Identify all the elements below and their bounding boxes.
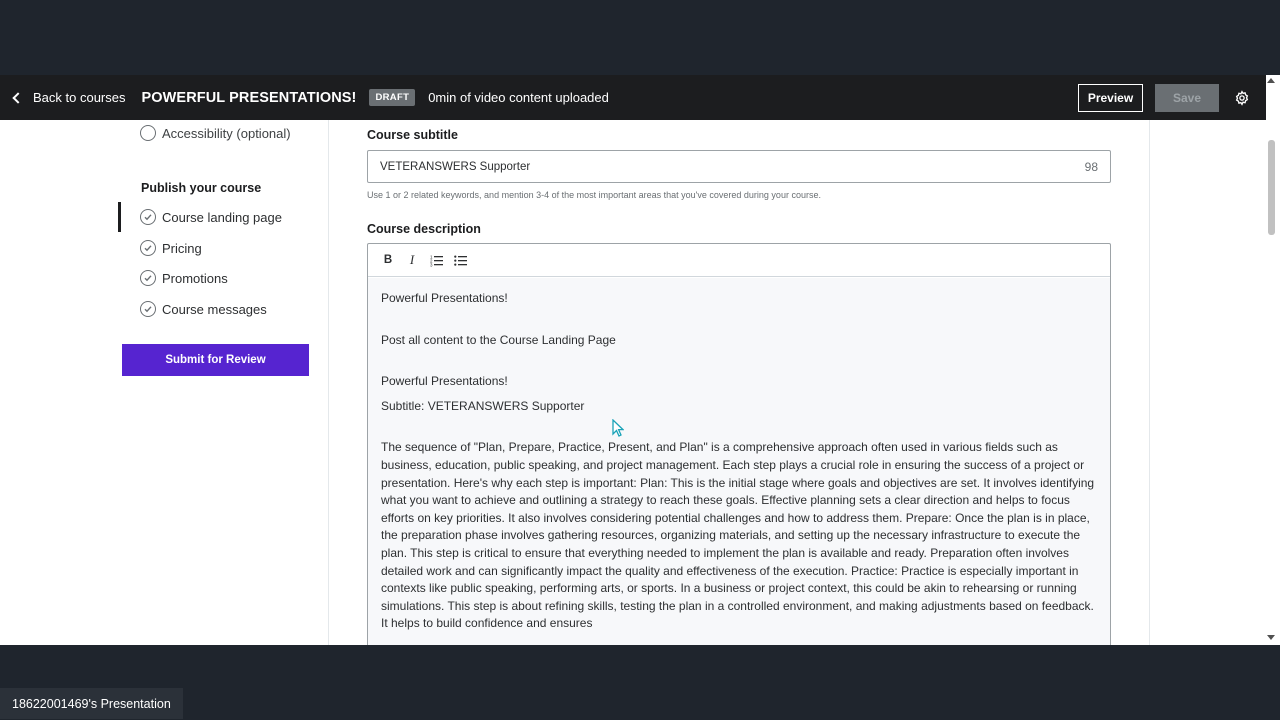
sidebar-item-label: Course landing page bbox=[162, 209, 282, 225]
editor-toolbar: B I 123 bbox=[368, 244, 1110, 277]
course-subtitle-input[interactable]: VETERANSWERS Supporter 98 bbox=[367, 150, 1111, 183]
check-circle-icon bbox=[140, 240, 156, 256]
description-text-area[interactable]: Powerful Presentations! Post all content… bbox=[368, 278, 1110, 645]
scrollbar-thumb[interactable] bbox=[1268, 140, 1275, 235]
description-label: Course description bbox=[367, 222, 481, 236]
preview-button[interactable]: Preview bbox=[1078, 83, 1143, 112]
scroll-up-arrow-icon[interactable] bbox=[1267, 78, 1275, 83]
presentation-label: 18622001469's Presentation bbox=[0, 688, 183, 719]
subtitle-hint: Use 1 or 2 related keywords, and mention… bbox=[367, 190, 821, 200]
status-badge: DRAFT bbox=[369, 89, 416, 106]
svg-text:3: 3 bbox=[430, 262, 433, 267]
screen-bottom-band bbox=[0, 645, 1280, 720]
chevron-left-icon bbox=[12, 92, 24, 104]
active-indicator bbox=[118, 202, 121, 232]
subtitle-value: VETERANSWERS Supporter bbox=[380, 160, 531, 173]
check-circle-icon bbox=[140, 270, 156, 286]
subtitle-label: Course subtitle bbox=[367, 128, 458, 142]
publish-heading: Publish your course bbox=[141, 181, 262, 195]
numbered-list-icon[interactable]: 123 bbox=[424, 248, 448, 272]
scroll-down-arrow-icon[interactable] bbox=[1267, 635, 1275, 640]
gear-icon[interactable] bbox=[1232, 88, 1252, 108]
sidebar-item-label: Course messages bbox=[162, 301, 267, 317]
back-label: Back to courses bbox=[33, 90, 126, 105]
bulleted-list-icon[interactable] bbox=[448, 248, 472, 272]
sidebar-item-accessibility[interactable]: Accessibility (optional) bbox=[140, 125, 291, 141]
description-line: Subtitle: VETERANSWERS Supporter bbox=[381, 398, 585, 413]
check-circle-icon bbox=[140, 301, 156, 317]
submit-for-review-button[interactable]: Submit for Review bbox=[122, 344, 309, 376]
screen-top-band bbox=[0, 0, 1280, 75]
sidebar-item-label: Accessibility (optional) bbox=[162, 125, 291, 141]
character-counter: 98 bbox=[1084, 160, 1098, 174]
check-circle-icon bbox=[140, 209, 156, 225]
back-to-courses-link[interactable]: Back to courses bbox=[12, 90, 126, 105]
sidebar-item-pricing[interactable]: Pricing bbox=[140, 240, 202, 256]
sidebar-item-label: Pricing bbox=[162, 240, 202, 256]
course-editor-window: Back to courses POWERFUL PRESENTATIONS! … bbox=[0, 75, 1266, 645]
bold-button[interactable]: B bbox=[376, 248, 400, 272]
mouse-cursor-icon bbox=[612, 418, 625, 442]
save-button[interactable]: Save bbox=[1155, 83, 1219, 112]
upload-status: 0min of video content uploaded bbox=[428, 90, 609, 105]
sidebar-item-course-landing-page[interactable]: Course landing page bbox=[140, 209, 282, 225]
description-line: Powerful Presentations! bbox=[381, 374, 508, 389]
sidebar-item-course-messages[interactable]: Course messages bbox=[140, 301, 267, 317]
top-header: Back to courses POWERFUL PRESENTATIONS! … bbox=[0, 75, 1266, 120]
description-paragraph: The sequence of "Plan, Prepare, Practice… bbox=[381, 440, 1095, 631]
description-line: Post all content to the Course Landing P… bbox=[381, 332, 616, 347]
description-editor: B I 123 Powerful Presentations! Post all… bbox=[367, 243, 1111, 645]
empty-circle-icon bbox=[140, 125, 156, 141]
sidebar-item-promotions[interactable]: Promotions bbox=[140, 270, 228, 286]
course-title: POWERFUL PRESENTATIONS! bbox=[141, 89, 357, 106]
main-form-panel: Course subtitle VETERANSWERS Supporter 9… bbox=[328, 120, 1150, 645]
description-line: Powerful Presentations! bbox=[381, 291, 508, 305]
italic-button[interactable]: I bbox=[400, 248, 424, 272]
sidebar-item-label: Promotions bbox=[162, 270, 228, 286]
